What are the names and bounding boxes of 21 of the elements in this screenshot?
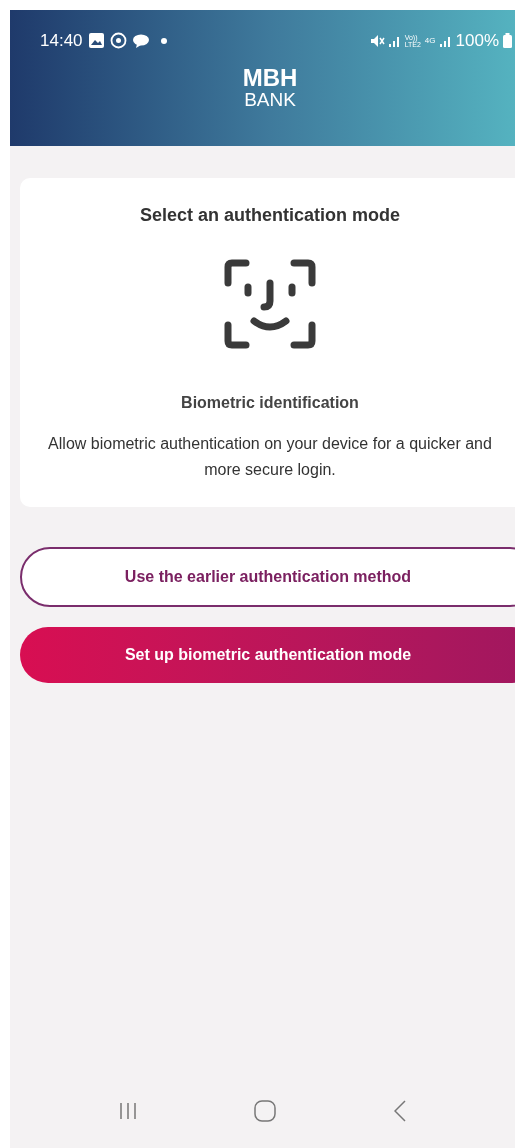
action-button[interactable]: Set up biometric authentication mode bbox=[20, 627, 515, 683]
logo-wordmark: MBH bbox=[242, 65, 298, 90]
face-id-icon bbox=[224, 259, 316, 349]
signal-icon bbox=[388, 34, 401, 47]
gallery-icon bbox=[88, 33, 104, 49]
message-icon bbox=[132, 33, 149, 48]
battery-percent: 100% bbox=[455, 30, 499, 52]
dot-icon bbox=[160, 37, 167, 44]
status-time: 14:40 bbox=[40, 30, 83, 52]
home-icon[interactable] bbox=[254, 1100, 277, 1122]
card-subtitle: Biometric identification bbox=[181, 393, 359, 413]
battery-icon bbox=[503, 33, 512, 49]
back-icon[interactable] bbox=[394, 1100, 407, 1122]
logo-subtitle: BANK bbox=[244, 89, 296, 109]
action-button[interactable]: Use the earlier authentication method bbox=[20, 547, 515, 607]
card-description: Allow biometric authentication on your device for a quicker and more secure login. bbox=[47, 434, 493, 480]
mute-icon bbox=[370, 34, 385, 47]
card-title: Select an authentication mode bbox=[139, 204, 401, 227]
signal-icon bbox=[439, 34, 452, 47]
recent-apps-icon[interactable] bbox=[118, 1102, 137, 1120]
network-label: 4G bbox=[424, 36, 436, 45]
